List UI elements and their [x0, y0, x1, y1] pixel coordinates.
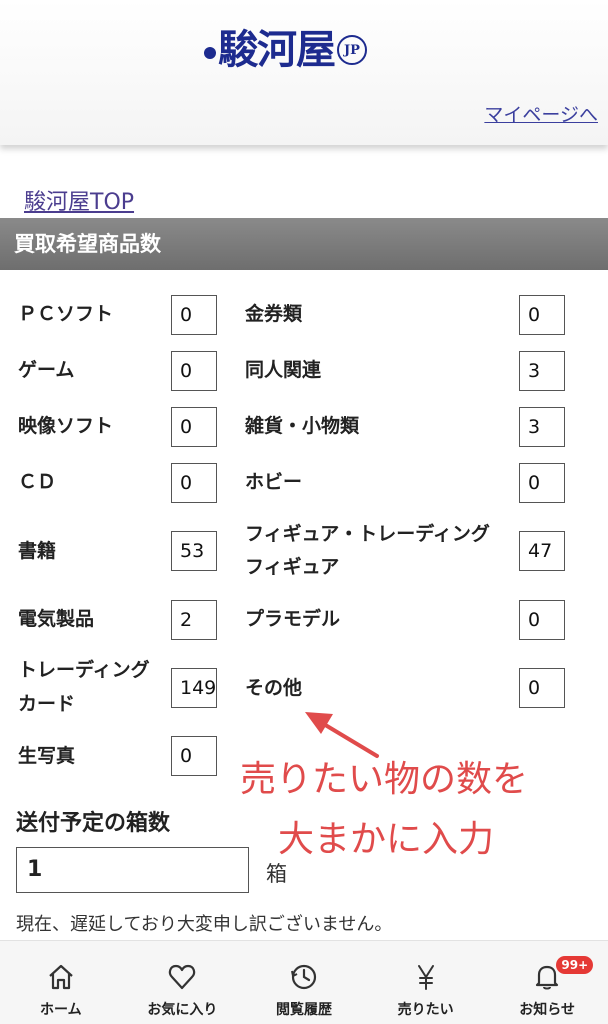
category-label: 金券類 [245, 303, 303, 325]
logo-text: 駿河屋 [218, 26, 336, 73]
category-quantity-input[interactable]: 2 [171, 600, 217, 640]
category-quantity-input[interactable]: 0 [171, 736, 217, 776]
tab-label: 売りたい [397, 1002, 454, 1018]
tab-label: お気に入り [147, 1002, 218, 1018]
category-label: 電気製品 [18, 608, 95, 630]
category-quantity-input[interactable]: 0 [519, 600, 565, 640]
section-title: 買取希望商品数 [0, 218, 608, 270]
site-header: 駿河屋 JP マイページへ [0, 0, 608, 145]
category-quantity-input[interactable]: 0 [519, 463, 565, 503]
notification-badge: 99+ [556, 956, 594, 974]
category-label: 書籍 [18, 540, 57, 562]
box-count-title: 送付予定の箱数 [16, 811, 171, 836]
logo-dot [204, 47, 216, 59]
tab-notifications[interactable]: 99+ お知らせ [486, 941, 608, 1024]
annotation-text-line1: 売りたい物の数を [240, 759, 529, 800]
bottom-tab-bar: ホーム お気に入り 閲覧履歴 売りたい 99+ お知らせ [0, 940, 608, 1024]
category-quantity-input[interactable]: 0 [171, 407, 217, 447]
mypage-link[interactable]: マイページへ [484, 100, 598, 127]
category-label-line2: フィギュア [245, 556, 340, 578]
category-label: トレーディング [18, 659, 150, 681]
delay-notice: 現在、遅延しており大変申し訳ございません。 [16, 914, 393, 935]
category-quantity-input[interactable]: 3 [519, 407, 565, 447]
breadcrumb-top-link[interactable]: 駿河屋TOP [24, 184, 134, 216]
category-label: 同人関連 [245, 359, 322, 381]
tab-favorites[interactable]: お気に入り [122, 941, 244, 1024]
category-quantity-input[interactable]: 3 [519, 351, 565, 391]
tab-home[interactable]: ホーム [0, 941, 122, 1024]
category-quantity-input[interactable]: 0 [519, 295, 565, 335]
category-quantity-input[interactable]: 0 [171, 295, 217, 335]
tab-sell[interactable]: 売りたい [365, 941, 487, 1024]
category-quantity-input[interactable]: 0 [171, 351, 217, 391]
category-label: 生写真 [18, 745, 76, 767]
heart-icon [167, 961, 197, 993]
category-label: フィギュア・トレーディング [245, 523, 490, 545]
tab-label: お知らせ [519, 1002, 576, 1018]
clock-icon [289, 961, 319, 993]
category-quantity-input[interactable]: 149 [171, 668, 217, 708]
logo-jp-badge: JP [337, 35, 367, 65]
category-label-line2: カード [18, 693, 76, 715]
box-count-input[interactable]: 1 [16, 847, 249, 893]
home-icon [46, 961, 76, 993]
category-quantity-input[interactable]: 47 [519, 531, 565, 571]
category-label: 雑貨・小物類 [245, 415, 360, 437]
site-logo[interactable]: 駿河屋 JP [204, 14, 367, 78]
category-label: ゲーム [18, 359, 75, 381]
category-quantity-input[interactable]: 0 [171, 463, 217, 503]
category-label: ホビー [245, 471, 303, 493]
category-label: 映像ソフト [18, 415, 114, 437]
category-quantity-input[interactable]: 53 [171, 531, 217, 571]
tab-label: ホーム [40, 1002, 82, 1018]
category-label: ＣＤ [18, 471, 57, 493]
category-label: ＰＣソフト [18, 303, 114, 325]
annotation-text-line2: 大まかに入力 [278, 819, 495, 860]
tab-label: 閲覧履歴 [275, 1002, 332, 1018]
category-label: その他 [245, 677, 303, 699]
category-label: プラモデル [245, 608, 341, 630]
box-count-unit: 箱 [266, 862, 287, 886]
tab-history[interactable]: 閲覧履歴 [243, 941, 365, 1024]
yen-icon [411, 961, 441, 993]
category-quantity-input[interactable]: 0 [519, 668, 565, 708]
